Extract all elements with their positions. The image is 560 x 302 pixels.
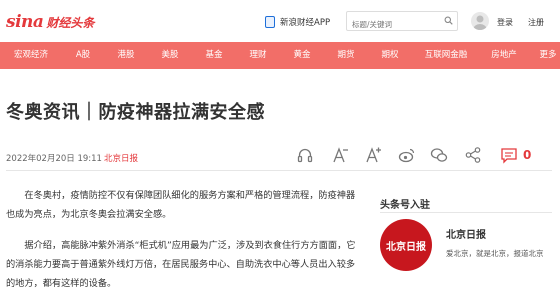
font-increase-icon [366,147,381,163]
top-header: sina 财经头条 新浪财经APP 登录 注册 [0,0,560,42]
nav-item-more[interactable]: 更多 [528,42,560,69]
search-icon[interactable] [444,16,453,25]
user-icon [473,15,487,30]
account-logo-text: 北京日报 [386,241,426,253]
font-decrease-icon [333,147,348,163]
app-link-label: 新浪财经APP [280,18,331,28]
font-decrease-button[interactable] [331,146,349,164]
weibo-icon [398,148,415,163]
article-paragraph: 在冬奥村，疫情防控不仅有保障团队细化的服务方案和严格的管理流程，防疫神器也成为亮… [6,190,356,220]
sidebar-title: 头条号入驻 [380,200,430,211]
app-download-link[interactable]: 新浪财经APP [265,16,330,28]
logo-brand: sina [6,12,44,32]
publish-date: 2022年02月20日 19:11 [6,154,102,164]
share-button[interactable] [464,146,482,164]
account-logo[interactable]: 北京日报 [380,219,432,271]
share-wechat-button[interactable] [430,146,448,164]
search-input[interactable] [347,15,443,34]
search-box [346,11,458,34]
listen-button[interactable] [296,146,314,164]
avatar[interactable] [471,12,489,30]
divider [6,170,552,171]
nav-item-wealth[interactable]: 理财 [236,42,280,69]
share-icon [465,147,481,163]
register-link[interactable]: 注册 [528,17,544,28]
headphones-icon [297,148,313,163]
nav-item-options[interactable]: 期权 [368,42,412,69]
article-title: 冬奥资讯｜防疫神器拉满安全感 [6,102,265,123]
nav-item-a-shares[interactable]: A股 [62,42,104,69]
comment-count[interactable]: 0 [523,148,531,162]
nav-item-funds[interactable]: 基金 [192,42,236,69]
nav-item-real-estate[interactable]: 房地产 [480,42,528,69]
comment-button[interactable] [500,146,518,164]
comment-icon [501,148,517,164]
phone-icon [265,16,275,28]
font-increase-button[interactable] [364,146,382,164]
nav-item-us-stocks[interactable]: 美股 [148,42,192,69]
sina-logo[interactable]: sina 财经头条 [6,12,94,32]
sidebar-divider [380,212,552,213]
nav-item-macro[interactable]: 宏观经济 [0,42,62,69]
account-name[interactable]: 北京日报 [446,226,486,241]
nav-item-internet-finance[interactable]: 互联网金融 [412,42,480,69]
article-source[interactable]: 北京日报 [104,152,138,164]
login-link[interactable]: 登录 [497,17,513,28]
channel-nav: 宏观经济 A股 港股 美股 基金 理财 黄金 期货 期权 互联网金融 房地产 更… [0,42,560,69]
share-weibo-button[interactable] [398,146,416,164]
nav-item-gold[interactable]: 黄金 [280,42,324,69]
nav-item-hk-stocks[interactable]: 港股 [104,42,148,69]
article-paragraph: 据介绍，高能脉冲紫外消杀“柜式机”应用最为广泛，涉及到衣食住行方方面面，它的消杀… [6,240,356,289]
account-description: 爱北京，就是北京，报道北京 [446,249,544,258]
logo-text: 财经头条 [46,16,95,30]
nav-item-futures[interactable]: 期货 [324,42,368,69]
wechat-icon [430,148,448,162]
